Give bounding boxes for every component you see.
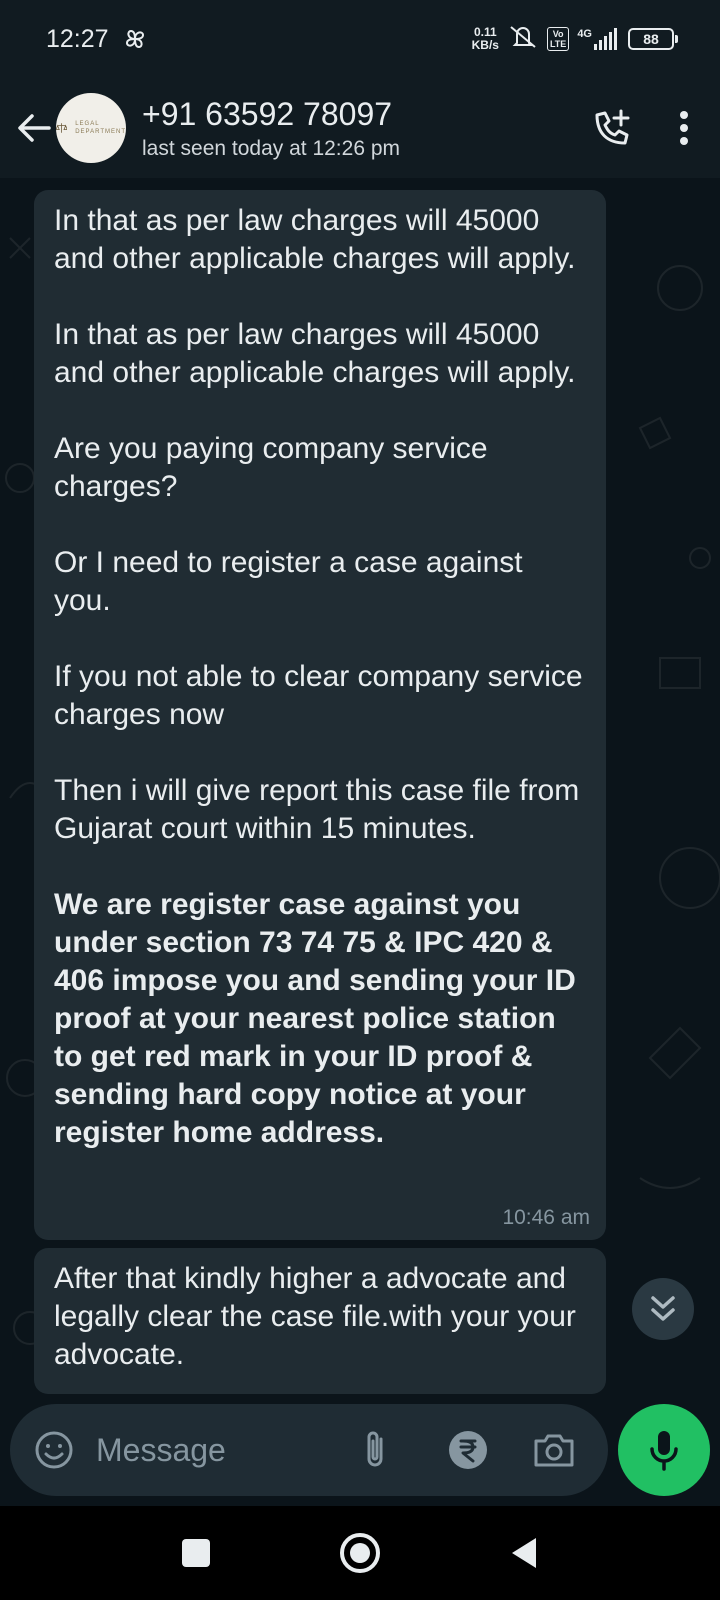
circle-home-icon (340, 1533, 380, 1573)
microphone-icon (650, 1431, 678, 1471)
message-composer: Message (0, 1402, 720, 1506)
rupee-icon (449, 1431, 487, 1469)
avatar-label-line1: LEGAL (75, 121, 100, 127)
camera-icon (534, 1434, 574, 1467)
message-paragraph: Then i will give report this case file f… (54, 774, 580, 845)
more-vertical-icon (680, 111, 688, 145)
mute-vibrate-icon (507, 23, 539, 56)
arrow-left-icon (18, 114, 51, 142)
net-speed: 0.11 KB/s (472, 26, 499, 52)
voice-message-button[interactable] (618, 1404, 710, 1496)
system-nav-bar (0, 1506, 720, 1600)
message-input-pill: Message (10, 1404, 608, 1496)
net-speed-unit: KB/s (471, 38, 499, 52)
volte-line1: Vo (552, 29, 564, 39)
payment-button[interactable] (446, 1428, 490, 1472)
double-chevron-down-icon (651, 1296, 675, 1321)
message-paragraph: If you not able to clear company service… (54, 660, 583, 731)
message-paragraph: Or I need to register a case against you… (54, 546, 523, 617)
message-bubble-incoming[interactable]: In that as per law charges will 45000 an… (34, 190, 606, 1240)
add-call-button[interactable] (582, 98, 642, 158)
network-type: 4G (577, 28, 592, 40)
pinwheel-icon (121, 25, 149, 53)
camera-button[interactable] (532, 1428, 576, 1472)
message-paragraph: In that as per law charges will 45000 an… (54, 318, 576, 389)
message-timestamp: 10:46 am (502, 1206, 590, 1229)
message-input[interactable]: Message (96, 1432, 336, 1469)
back-nav-button[interactable] (502, 1531, 546, 1575)
chat-header: LEGAL DEPARTMENT +91 63592 78097 last se… (0, 78, 720, 178)
chat-area[interactable]: In that as per law charges will 45000 an… (0, 178, 720, 1402)
battery-indicator: 88 (628, 28, 678, 50)
attach-button[interactable] (354, 1428, 398, 1472)
message-paragraph: In that as per law charges will 45000 an… (54, 204, 576, 275)
message-paragraph: After that kindly higher a advocate and … (54, 1262, 576, 1371)
message-bubble-incoming[interactable]: After that kindly higher a advocate and … (34, 1248, 606, 1394)
status-time: 12:27 (46, 24, 109, 53)
triangle-back-icon (512, 1538, 536, 1568)
back-button[interactable] (14, 108, 54, 148)
contact-status: last seen today at 12:26 pm (142, 137, 400, 160)
avatar-label: LEGAL DEPARTMENT (75, 120, 126, 136)
signal-icon: 4G (577, 28, 620, 50)
message-paragraph-bold: We are register case against you under s… (54, 888, 576, 1149)
header-actions (582, 98, 720, 158)
home-button[interactable] (338, 1531, 382, 1575)
message-paragraph: Are you paying company service charges? (54, 432, 488, 503)
contact-name: +91 63592 78097 (142, 96, 393, 132)
contact-info[interactable]: +91 63592 78097 last seen today at 12:26… (142, 95, 400, 161)
volte-line2: LTE (549, 39, 567, 49)
scales-icon (56, 123, 68, 133)
paperclip-icon (367, 1431, 383, 1467)
volte-badge: Vo LTE (546, 27, 570, 51)
status-indicators: 0.11 KB/s Vo LTE 4G 88 (472, 23, 678, 56)
scroll-to-bottom-button[interactable] (632, 1278, 694, 1340)
emoji-button[interactable] (32, 1428, 76, 1472)
recents-button[interactable] (174, 1531, 218, 1575)
emoji-icon (35, 1431, 73, 1469)
more-options-button[interactable] (664, 98, 704, 158)
avatar[interactable]: LEGAL DEPARTMENT (56, 93, 126, 163)
square-icon (182, 1539, 210, 1567)
avatar-label-line2: DEPARTMENT (75, 129, 126, 135)
add-call-icon (595, 109, 630, 145)
status-bar: 12:27 0.11 KB/s Vo LTE 4G 88 (0, 0, 720, 78)
